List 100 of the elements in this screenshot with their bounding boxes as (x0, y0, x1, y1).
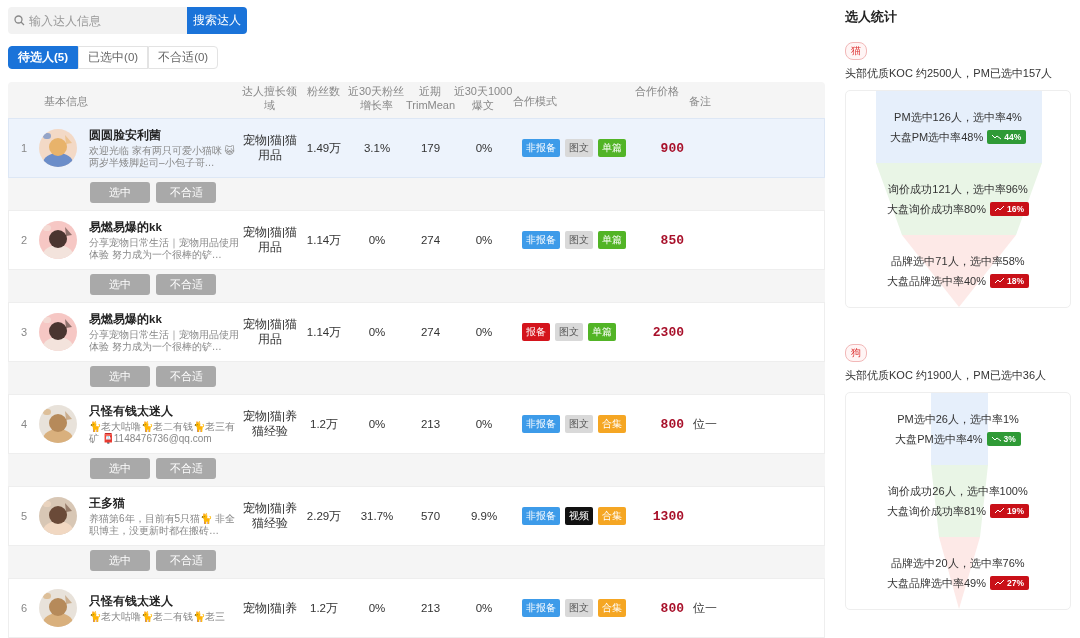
stage-text: 询价成功26人，选中率100% (888, 483, 1028, 499)
table-cell-text: 宠物|猫|养 (242, 600, 298, 616)
mode-tag: 合集 (598, 507, 626, 525)
mode-tag: 合集 (598, 599, 626, 617)
stage-text: 品牌选中20人，选中率76% (891, 555, 1025, 571)
creator-bio: 分享宠物日常生活｜宠物用品使用体验 努力成为一个很棒的铲… (89, 328, 239, 353)
creator-name: 只怪有钱太迷人 (89, 403, 174, 419)
column-header: 合作模式 (513, 94, 558, 108)
table-cell-text: 213 (419, 600, 442, 616)
mode-tag: 非报备 (522, 231, 560, 249)
column-header: 粉丝数 (305, 84, 341, 98)
price: 800 (659, 600, 685, 616)
table-cell-text: 位一 (692, 600, 718, 616)
select-button[interactable]: 选中 (90, 181, 150, 203)
search-field[interactable]: 输入达人信息 (8, 7, 187, 34)
reject-button[interactable]: 不合适 (156, 549, 216, 571)
mode-tag: 图文 (565, 231, 593, 249)
row-number: 2 (19, 232, 29, 248)
table-cell-text: 2.29万 (305, 508, 343, 524)
trend-badge: 18% (990, 274, 1029, 288)
creator-name: 圆圆脸安利菌 (89, 127, 162, 143)
column-header: 近30天粉丝增长率 (346, 84, 406, 112)
stage-text: PM选中126人，选中率4% (894, 109, 1022, 125)
table-cell-text: 1.2万 (309, 416, 339, 432)
table-cell-text: 0% (367, 232, 387, 248)
table-cell-text: 1.2万 (309, 600, 339, 616)
trend-up-icon (995, 206, 1004, 212)
table-cell-text: 0% (367, 324, 387, 340)
tab[interactable]: 待选人(5) (8, 46, 79, 69)
table-cell-text: 0% (474, 140, 494, 156)
price: 2300 (651, 324, 685, 340)
table-cell-text: 宠物|猫|养猫经验 (242, 409, 298, 439)
trend-up-icon (995, 508, 1004, 514)
creator-bio: 🐈老大咕噜🐈老二有钱🐈老三有矿 📮1148476736@qq.com (89, 420, 236, 445)
trend-up-icon (995, 278, 1004, 284)
mode-tag: 合集 (598, 415, 626, 433)
summary-text: 头部优质KOC 约1900人，PM已选中36人 (845, 368, 1048, 383)
mode-tag: 单篇 (598, 231, 626, 249)
trend-down-icon (992, 134, 1002, 140)
table-cell-text: 1.14万 (305, 232, 343, 248)
benchmark-text: 大盘品牌选中率40% (886, 273, 986, 289)
row-number: 6 (19, 600, 29, 616)
table-cell-text: 570 (419, 508, 442, 524)
benchmark-text: 大盘品牌选中率49% (886, 575, 986, 591)
mode-tag: 非报备 (522, 507, 560, 525)
column-header: 基本信息 (43, 94, 89, 108)
table-cell-text: 274 (419, 324, 442, 340)
select-button[interactable]: 选中 (90, 273, 150, 295)
column-header: 合作价格 (634, 84, 680, 98)
row-number: 1 (19, 140, 29, 156)
table-cell-text: 0% (474, 324, 494, 340)
trend-badge: 19% (990, 504, 1029, 518)
select-button[interactable]: 选中 (90, 365, 150, 387)
table-cell-text: 1.49万 (305, 140, 343, 156)
tab[interactable]: 已选中(0) (78, 46, 149, 69)
trend-badge: 16% (990, 202, 1029, 216)
row-number: 3 (19, 324, 29, 340)
search-button[interactable]: 搜索达人 (187, 7, 247, 34)
column-header: 备注 (689, 94, 712, 108)
reject-button[interactable]: 不合适 (156, 457, 216, 479)
reject-button[interactable]: 不合适 (156, 181, 216, 203)
benchmark-text: 大盘询价成功率81% (886, 503, 986, 519)
creator-bio: 🐈老大咕噜🐈老二有钱🐈老三 (89, 610, 226, 623)
summary-text: 头部优质KOC 约2500人，PM已选中157人 (845, 66, 1054, 81)
table-cell-text: 213 (419, 416, 442, 432)
panel-title: 选人统计 (845, 8, 898, 26)
column-header: 近30天1000爆文 (453, 84, 513, 112)
price: 1300 (651, 508, 685, 524)
mode-tag: 非报备 (522, 415, 560, 433)
table-cell-text: 0% (474, 232, 494, 248)
reject-button[interactable]: 不合适 (156, 365, 216, 387)
mode-tag: 图文 (565, 599, 593, 617)
benchmark-text: 大盘PM选中率4% (895, 431, 983, 447)
table-cell-text: 3.1% (362, 140, 392, 156)
row-number: 5 (19, 508, 29, 524)
trend-badge: 44% (987, 130, 1027, 144)
trend-down-icon (991, 436, 1001, 442)
creator-bio: 养猫第6年，目前有5只猫🐈 非全职博主，没更新时都在搬砖… (89, 512, 236, 537)
select-button[interactable]: 选中 (90, 457, 150, 479)
column-header: 近期TrimMean (406, 84, 453, 112)
reject-button[interactable]: 不合适 (156, 273, 216, 295)
table-cell-text: 位一 (692, 416, 718, 432)
table-cell-text: 0% (367, 600, 387, 616)
creator-name: 易燃易爆的kk (89, 311, 163, 327)
table-cell-text: 宠物|猫|猫用品 (242, 225, 298, 255)
creator-name: 易燃易爆的kk (89, 219, 163, 235)
row-number: 4 (19, 416, 29, 432)
select-button[interactable]: 选中 (90, 549, 150, 571)
stage-text: 询价成功121人，选中率96% (888, 181, 1028, 197)
table-cell-text: 0% (367, 416, 387, 432)
trend-up-icon (995, 580, 1004, 586)
price: 800 (659, 416, 685, 432)
mode-tag: 报备 (522, 323, 550, 341)
trend-badge: 27% (990, 576, 1029, 590)
category-tag: 猫 (845, 42, 867, 60)
table-cell-text: 179 (419, 140, 442, 156)
tab[interactable]: 不合适(0) (148, 46, 219, 69)
creator-bio: 欢迎光临 家有两只可爱小猫咪 😺 两岁半矮脚起司–小包子哥… (89, 144, 236, 169)
creator-name: 只怪有钱太迷人 (89, 593, 174, 609)
price: 850 (659, 232, 685, 248)
